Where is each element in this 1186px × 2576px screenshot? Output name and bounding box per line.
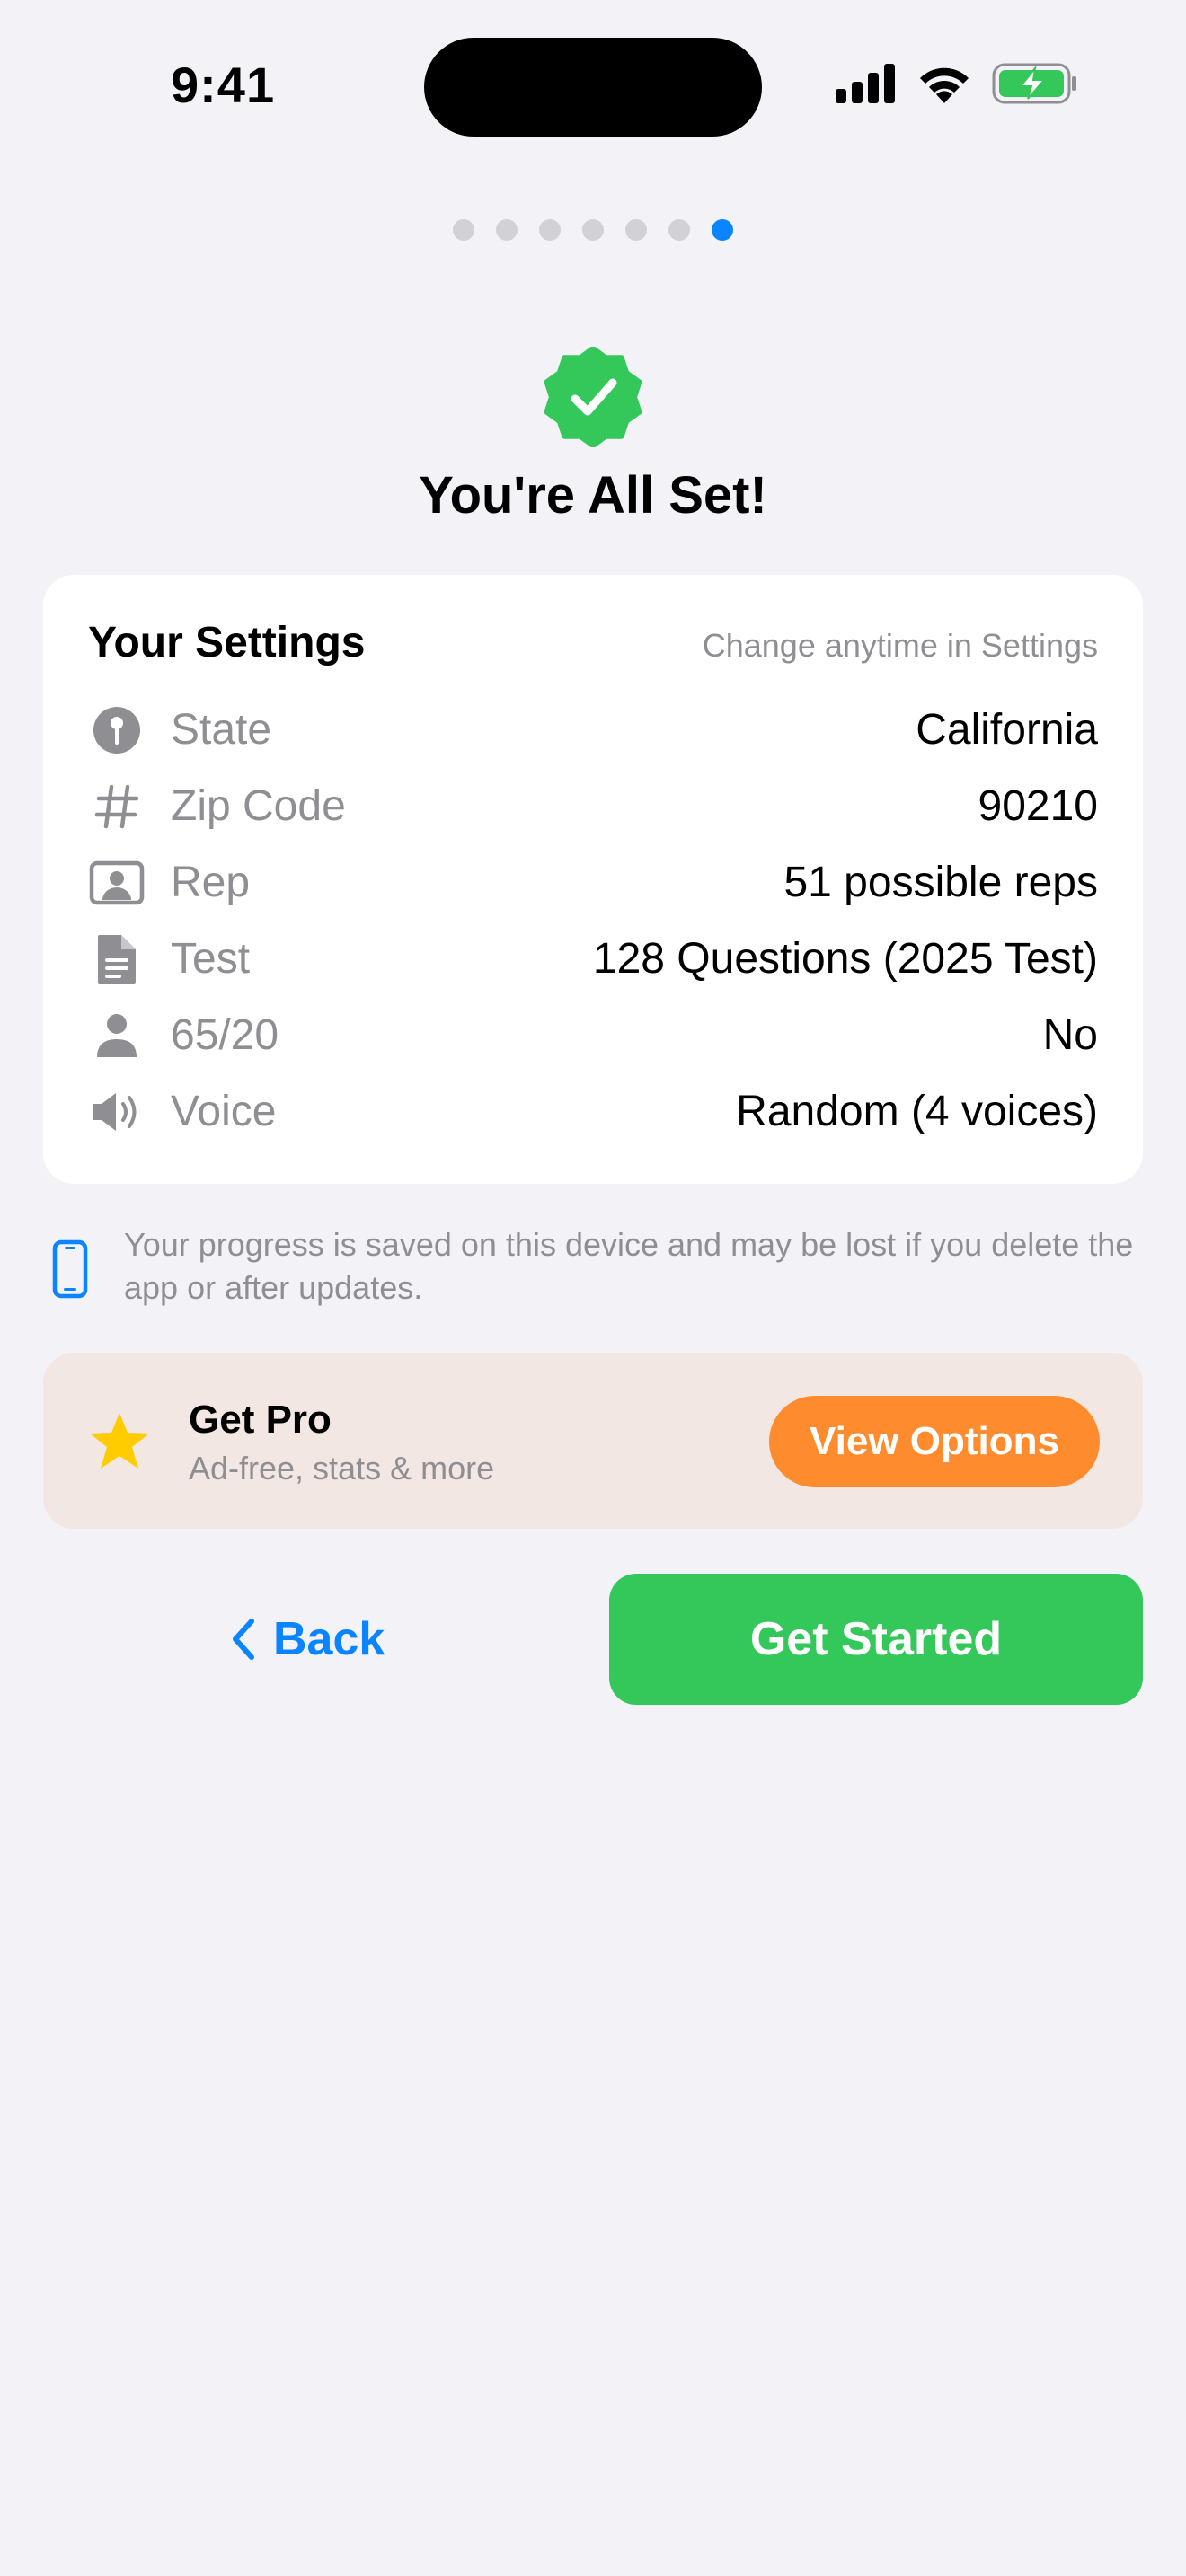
iphone-icon: [43, 1239, 97, 1299]
page-dot: [712, 219, 733, 241]
get-pro-card: Get Pro Ad-free, stats & more View Optio…: [43, 1353, 1143, 1529]
chevron-left-icon: [230, 1618, 255, 1661]
settings-row-value: California: [916, 706, 1098, 754]
settings-row-value: 90210: [978, 782, 1098, 830]
settings-row-label: State: [171, 706, 272, 754]
page-dot: [453, 219, 474, 241]
status-bar: 9:41: [0, 0, 1186, 162]
settings-row-zip-code: Zip Code 90210: [88, 768, 1098, 844]
notice-text: Your progress is saved on this device an…: [124, 1226, 1134, 1306]
settings-row-65-20: 65/20 No: [88, 997, 1098, 1073]
settings-row-value: 128 Questions (2025 Test): [592, 935, 1098, 983]
page-indicator: [0, 219, 1186, 241]
settings-row-rep: Rep 51 possible reps: [88, 844, 1098, 921]
dynamic-island: [424, 38, 762, 137]
settings-card-header: Your Settings Change anytime in Settings: [88, 618, 1098, 672]
back-button[interactable]: Back: [230, 1608, 385, 1671]
battery-charging-icon: [992, 63, 1078, 109]
get-pro-title: Get Pro: [189, 1398, 332, 1442]
number-sign-icon: [88, 778, 146, 835]
settings-row-voice: Voice Random (4 voices): [88, 1073, 1098, 1150]
get-started-button[interactable]: Get Started: [609, 1574, 1143, 1705]
page-dot: [539, 219, 561, 241]
settings-card: Your Settings Change anytime in Settings…: [43, 575, 1143, 1184]
get-pro-subtitle: Ad-free, stats & more: [189, 1450, 495, 1486]
settings-row-label: Rep: [171, 859, 251, 906]
page-dot: [582, 219, 604, 241]
settings-list: State California Zip Code 90210 Rep 51 p…: [88, 692, 1098, 1150]
settings-card-title: Your Settings: [88, 619, 366, 666]
map-pin-icon: [88, 701, 146, 759]
settings-row-label: Zip Code: [171, 782, 346, 830]
status-icons: [836, 63, 1078, 108]
settings-row-label: Test: [171, 935, 251, 983]
document-icon: [88, 931, 146, 988]
settings-row-label: Voice: [171, 1088, 277, 1135]
wifi-icon: [916, 64, 972, 108]
status-time: 9:41: [171, 57, 276, 113]
page-dot: [496, 219, 518, 241]
view-options-button[interactable]: View Options: [769, 1396, 1100, 1487]
person-icon: [88, 1007, 146, 1064]
speaker-icon: [88, 1083, 146, 1141]
settings-row-state: State California: [88, 692, 1098, 768]
back-button-label: Back: [273, 1613, 385, 1665]
checkmark-seal-icon: [543, 346, 643, 448]
person-card-icon: [88, 854, 146, 912]
cellular-signal-icon: [836, 63, 897, 108]
page-title: You're All Set!: [419, 466, 767, 525]
settings-row-value: Random (4 voices): [736, 1088, 1098, 1135]
star-icon: [88, 1410, 151, 1473]
page-dot: [668, 219, 690, 241]
settings-row-test: Test 128 Questions (2025 Test): [88, 921, 1098, 997]
settings-card-hint: Change anytime in Settings: [702, 627, 1098, 664]
page-dot: [625, 219, 647, 241]
settings-row-value: 51 possible reps: [783, 859, 1098, 906]
settings-row-label: 65/20: [171, 1011, 279, 1059]
settings-row-value: No: [1042, 1011, 1098, 1059]
device-storage-notice: Your progress is saved on this device an…: [43, 1223, 1143, 1310]
